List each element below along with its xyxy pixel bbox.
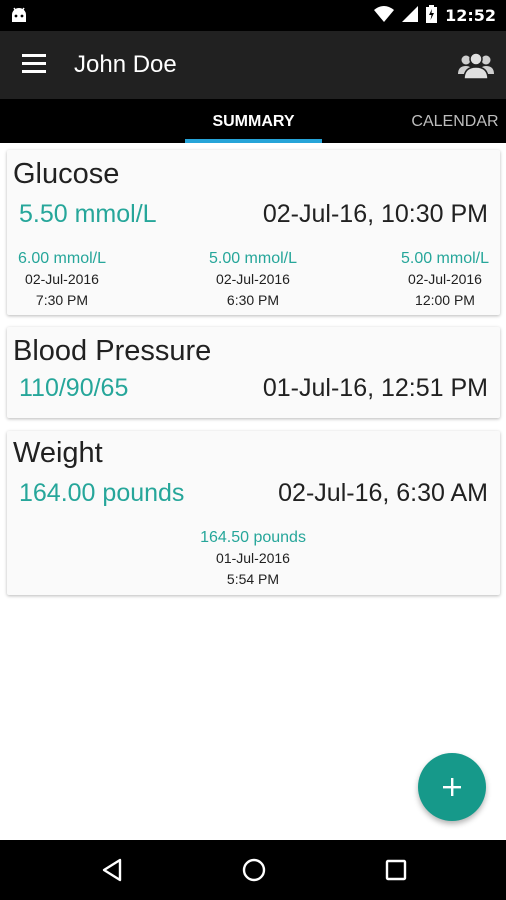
recents-icon[interactable] [381, 855, 411, 885]
history-item: 164.50 pounds 01-Jul-2016 5:54 PM [183, 528, 323, 590]
latest-datetime: 02-Jul-16, 6:30 AM [278, 479, 488, 507]
history-time: 5:54 PM [226, 571, 280, 587]
status-time: 12:52 [445, 6, 496, 25]
group-users-icon[interactable] [458, 50, 494, 80]
history-value: 164.50 pounds [200, 529, 306, 546]
card-title: Weight [13, 437, 103, 469]
history-value: 6.00 mmol/L [17, 250, 107, 267]
latest-value: 5.50 mmol/L [19, 200, 157, 228]
card-title: Glucose [13, 158, 120, 190]
latest-value: 164.00 pounds [19, 479, 185, 507]
signal-icon [402, 5, 419, 26]
history-date: 02-Jul-2016 [25, 271, 99, 287]
latest-value: 110/90/65 [19, 374, 129, 402]
android-icon [10, 6, 28, 28]
weight-card[interactable]: Weight 164.00 pounds 02-Jul-16, 6:30 AM … [7, 431, 500, 595]
tab-bar: SUMMARY CALENDAR [0, 99, 506, 143]
history-date: 01-Jul-2016 [216, 550, 290, 566]
app-bar: John Doe [0, 31, 506, 99]
page-title: John Doe [74, 51, 177, 78]
blood-pressure-card[interactable]: Blood Pressure 110/90/65 01-Jul-16, 12:5… [7, 327, 500, 418]
history-time: 6:30 PM [226, 292, 280, 308]
history-value: 5.00 mmol/L [400, 250, 490, 267]
hamburger-menu-icon[interactable] [22, 53, 48, 77]
glucose-card[interactable]: Glucose 5.50 mmol/L 02-Jul-16, 10:30 PM … [7, 150, 500, 315]
latest-datetime: 01-Jul-16, 12:51 PM [262, 374, 488, 402]
history-date: 02-Jul-2016 [216, 271, 290, 287]
history-date: 02-Jul-2016 [408, 271, 482, 287]
back-icon[interactable] [98, 855, 128, 885]
history-item: 5.00 mmol/L 02-Jul-2016 6:30 PM [200, 249, 306, 311]
wifi-icon [374, 5, 395, 26]
card-title: Blood Pressure [13, 335, 212, 367]
status-bar: 12:52 [0, 0, 506, 31]
history-time: 12:00 PM [415, 292, 475, 308]
history-item: 6.00 mmol/L 02-Jul-2016 7:30 PM [9, 249, 115, 311]
system-nav-bar [0, 840, 506, 900]
tab-calendar[interactable]: CALENDAR [398, 99, 506, 143]
battery-charging-icon [426, 4, 438, 27]
tab-summary[interactable]: SUMMARY [185, 99, 322, 143]
history-value: 5.00 mmol/L [208, 250, 298, 267]
latest-datetime: 02-Jul-16, 10:30 PM [262, 200, 488, 228]
home-icon[interactable] [239, 855, 269, 885]
add-entry-button[interactable] [418, 753, 486, 821]
history-time: 7:30 PM [35, 292, 89, 308]
history-item: 5.00 mmol/L 02-Jul-2016 12:00 PM [392, 249, 498, 311]
